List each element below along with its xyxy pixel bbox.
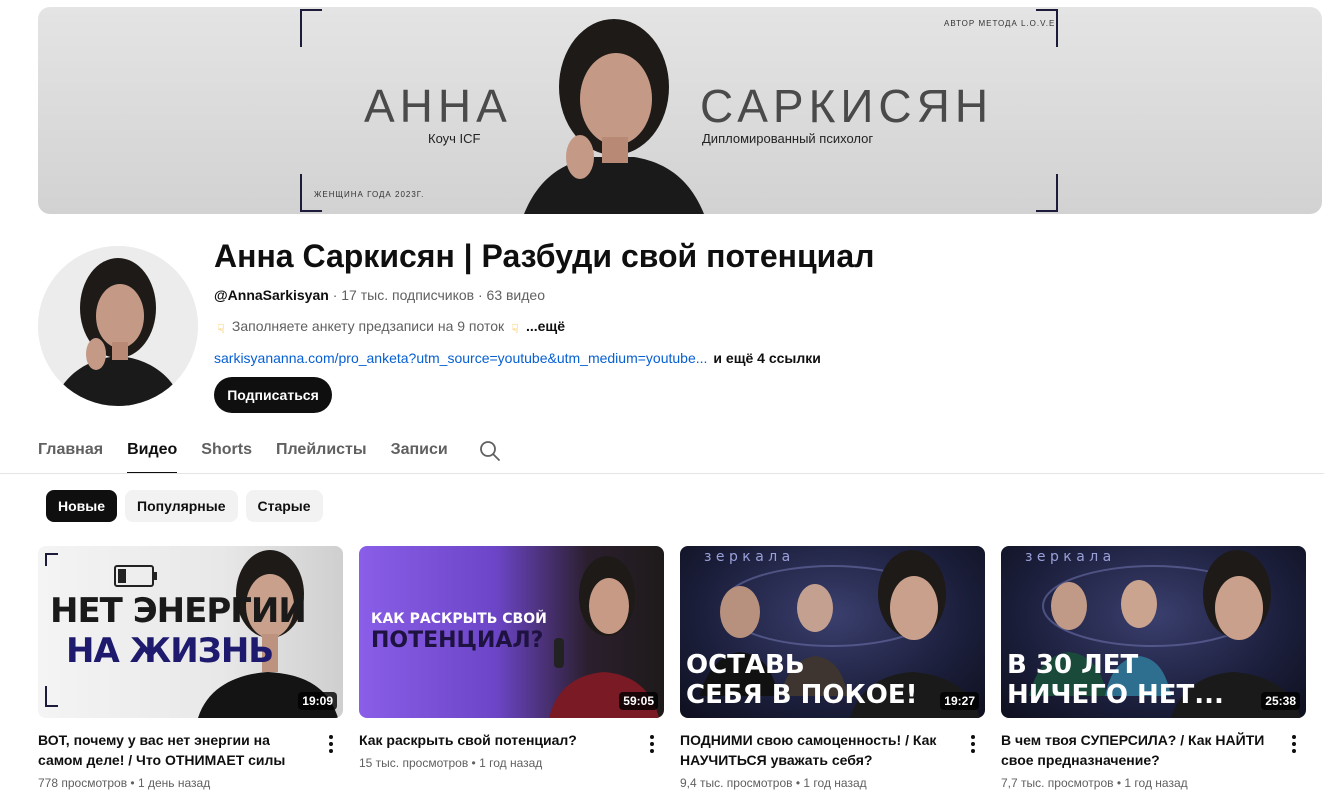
sort-chips: Новые Популярные Старые [46, 490, 323, 522]
thumbnail-headline: В 30 ЛЕТ [1007, 650, 1139, 680]
video-title[interactable]: Как раскрыть свой потенциал? [359, 730, 634, 750]
video-title[interactable]: ПОДНИМИ свою самоценность! / Как НАУЧИТЬ… [680, 730, 955, 770]
search-icon[interactable] [478, 439, 502, 463]
thumbnail-headline: НИЧЕГО НЕТ... [1007, 680, 1224, 710]
upload-age: 1 год назад [803, 776, 867, 790]
pointing-down-icon: ☟ [217, 322, 225, 336]
meta-separator: · [328, 287, 342, 303]
video-thumbnail[interactable]: КАК РАСКРЫТЬ СВОЙ ПОТЕНЦИАЛ? 59:05 [359, 546, 664, 718]
upload-age: 1 день назад [137, 776, 211, 790]
view-count: 778 просмотров [38, 776, 128, 790]
channel-link[interactable]: sarkisyananna.com/pro_anketa?utm_source=… [214, 350, 707, 366]
banner-first-name: АННА [364, 80, 512, 132]
thumbnail-headline: НА ЖИЗНЬ [66, 631, 274, 671]
banner-bracket [300, 9, 322, 47]
banner-tagline: АВТОР МЕТОДА L.O.V.E [944, 19, 1056, 28]
view-count: 15 тыс. просмотров [359, 756, 469, 770]
tab-playlists[interactable]: Плейлисты [276, 430, 367, 474]
thumbnail-headline: КАК РАСКРЫТЬ СВОЙ [371, 611, 547, 627]
banner-last-name: САРКИСЯН [700, 80, 994, 132]
subscriber-count: 17 тыс. подписчиков [341, 287, 475, 303]
tab-home[interactable]: Главная [38, 430, 103, 474]
chip-newest[interactable]: Новые [46, 490, 118, 522]
video-card[interactable]: з е р к а л а В 30 ЛЕТ НИЧЕГО НЕТ... 25:… [1001, 546, 1306, 792]
more-vert-icon[interactable] [961, 732, 985, 756]
thumbnail-headline: СЕБЯ В ПОКОЕ! [686, 680, 918, 710]
more-vert-icon[interactable] [640, 732, 664, 756]
thumbnail-headline: ПОТЕНЦИАЛ? [371, 628, 544, 653]
avatar-image [38, 246, 198, 406]
video-duration: 19:27 [940, 692, 979, 710]
video-title[interactable]: ВОТ, почему у вас нет энергии на самом д… [38, 730, 313, 770]
view-count: 7,7 тыс. просмотров [1001, 776, 1114, 790]
banner-subtitle-left: Коуч ICF [428, 131, 481, 146]
video-title[interactable]: В чем твоя СУПЕРСИЛА? / Как НАЙТИ свое п… [1001, 730, 1276, 770]
video-duration: 19:09 [298, 692, 337, 710]
video-duration: 59:05 [619, 692, 658, 710]
video-grid: НЕТ ЭНЕРГИИ НА ЖИЗНЬ 19:09 ВОТ, почему у… [38, 546, 1306, 792]
channel-avatar[interactable] [38, 246, 198, 406]
chip-popular[interactable]: Популярные [125, 490, 238, 522]
channel-description[interactable]: ☟ Заполняете анкету предзаписи на 9 пото… [214, 316, 1294, 336]
upload-age: 1 год назад [479, 756, 543, 770]
video-card[interactable]: КАК РАСКРЫТЬ СВОЙ ПОТЕНЦИАЛ? 59:05 Как р… [359, 546, 664, 792]
thumbnail-show-name: з е р к а л а [704, 549, 791, 565]
channel-info: Анна Саркисян | Разбуди свой потенциал @… [214, 236, 1294, 368]
description-more-button[interactable]: ...ещё [526, 318, 565, 334]
tabs-divider [0, 473, 1324, 474]
channel-name: Анна Саркисян | Разбуди свой потенциал [214, 238, 875, 274]
chip-oldest[interactable]: Старые [245, 490, 323, 522]
video-stats: 15 тыс. просмотров • 1 год назад [359, 756, 543, 770]
tab-shorts[interactable]: Shorts [201, 430, 252, 474]
banner-award: ЖЕНЩИНА ГОДА 2023Г. [314, 190, 425, 199]
more-vert-icon[interactable] [319, 732, 343, 756]
video-card[interactable]: з е р к а л а ОСТАВЬ СЕБЯ В ПОКОЕ! 19:27… [680, 546, 985, 792]
meta-separator: · [474, 287, 487, 303]
tab-posts[interactable]: Записи [391, 430, 448, 474]
video-thumbnail[interactable]: з е р к а л а ОСТАВЬ СЕБЯ В ПОКОЕ! 19:27 [680, 546, 985, 718]
banner-subtitle-right: Дипломированный психолог [702, 131, 874, 146]
more-links-button[interactable]: и ещё 4 ссылки [713, 350, 820, 366]
channel-meta: @AnnaSarkisyan · 17 тыс. подписчиков · 6… [214, 286, 1294, 304]
video-count: 63 видео [486, 287, 545, 303]
view-count: 9,4 тыс. просмотров [680, 776, 793, 790]
banner-bracket [1036, 9, 1058, 47]
video-card[interactable]: НЕТ ЭНЕРГИИ НА ЖИЗНЬ 19:09 ВОТ, почему у… [38, 546, 343, 792]
thumbnail-show-name: з е р к а л а [1025, 549, 1112, 565]
video-stats: 9,4 тыс. просмотров • 1 год назад [680, 776, 867, 790]
video-stats: 7,7 тыс. просмотров • 1 год назад [1001, 776, 1188, 790]
channel-links: sarkisyananna.com/pro_anketa?utm_source=… [214, 348, 1294, 368]
more-vert-icon[interactable] [1282, 732, 1306, 756]
banner-bracket [1036, 174, 1058, 212]
video-thumbnail[interactable]: НЕТ ЭНЕРГИИ НА ЖИЗНЬ 19:09 [38, 546, 343, 718]
battery-low-icon [114, 565, 157, 587]
video-thumbnail[interactable]: з е р к а л а В 30 ЛЕТ НИЧЕГО НЕТ... 25:… [1001, 546, 1306, 718]
channel-handle[interactable]: @AnnaSarkisyan [214, 287, 329, 303]
subscribe-button[interactable]: Подписаться [214, 377, 332, 413]
video-duration: 25:38 [1261, 692, 1300, 710]
description-text: Заполняете анкету предзаписи на 9 поток [231, 318, 505, 334]
video-stats: 778 просмотров • 1 день назад [38, 776, 211, 790]
tab-videos[interactable]: Видео [127, 430, 178, 474]
channel-tabs: Главная Видео Shorts Плейлисты Записи [38, 430, 502, 474]
pointing-down-icon: ☟ [511, 322, 519, 336]
channel-banner: АННА САРКИСЯН Коуч ICF Дипломированный п… [38, 7, 1322, 214]
thumbnail-headline: ОСТАВЬ [686, 650, 805, 680]
upload-age: 1 год назад [1124, 776, 1188, 790]
thumbnail-headline: НЕТ ЭНЕРГИИ [50, 591, 307, 631]
